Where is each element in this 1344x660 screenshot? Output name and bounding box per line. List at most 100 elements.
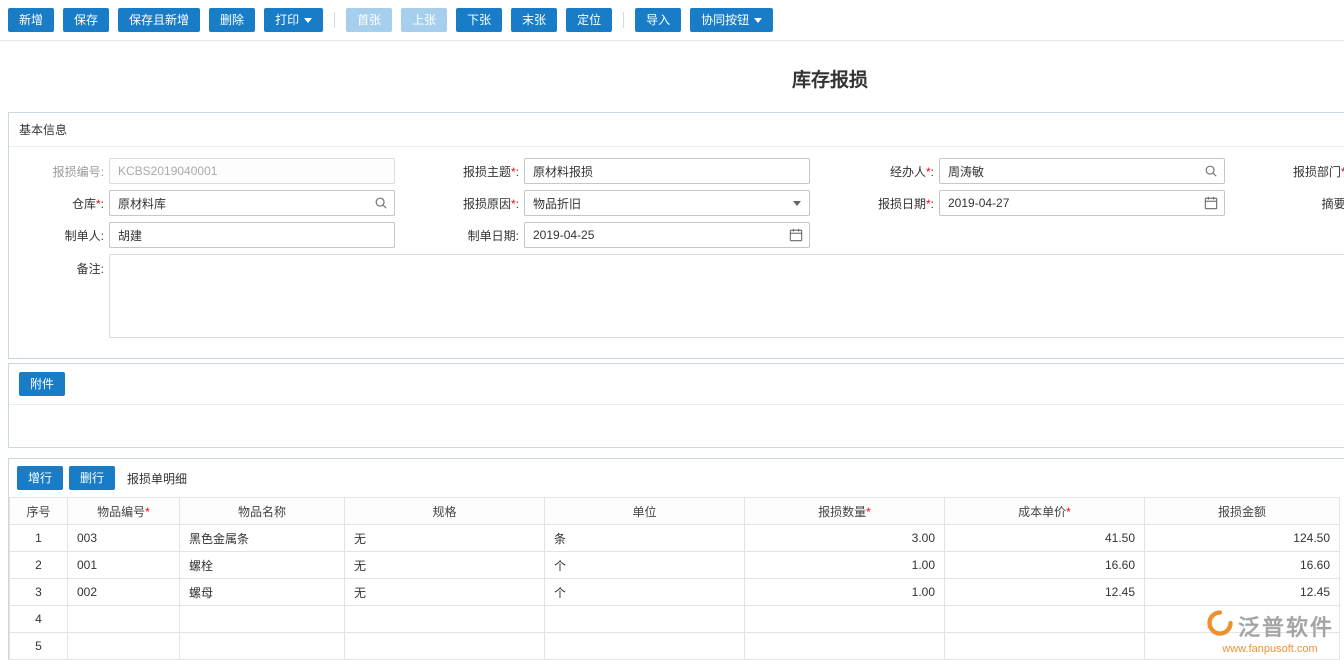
print-button-label: 打印 [275, 13, 300, 27]
next-record-label: 下张 [467, 13, 492, 27]
fanpu-logo-icon [1206, 609, 1234, 642]
cell-unit[interactable] [544, 605, 745, 633]
print-button[interactable]: 打印 [264, 8, 324, 32]
field-report-subject: 报损主题*: [424, 158, 839, 184]
cell-item-name[interactable] [179, 632, 345, 660]
collaborate-button[interactable]: 协同按钮 [690, 8, 774, 32]
cell-item-code[interactable] [67, 605, 180, 633]
calendar-icon[interactable] [1204, 196, 1218, 210]
caret-down-icon [304, 17, 313, 23]
delete-button[interactable]: 删除 [209, 8, 256, 32]
watermark-url: www.fanpusoft.com [1222, 643, 1318, 655]
handler-input[interactable] [939, 158, 1225, 184]
cell-loss-qty[interactable] [744, 605, 945, 633]
cell-unit[interactable]: 条 [544, 524, 745, 552]
cell-loss-qty[interactable]: 1.00 [744, 551, 945, 579]
cell-item-code[interactable]: 002 [67, 578, 180, 606]
add-row-label: 增行 [28, 471, 53, 485]
cell-unit[interactable]: 个 [544, 578, 745, 606]
form-row-1: 报损编号: 报损主题*: 经办人*: 报损部门*: [9, 158, 1344, 184]
cell-cost-price[interactable]: 41.50 [944, 524, 1145, 552]
add-row-button[interactable]: 增行 [17, 466, 64, 490]
delete-row-button[interactable]: 删行 [69, 466, 116, 490]
field-remark: 备注: [9, 254, 1344, 338]
cell-item-name[interactable]: 黑色金属条 [179, 524, 345, 552]
detail-grid-title: 报损单明细 [127, 471, 188, 486]
cell-cost-price[interactable]: 12.45 [944, 578, 1145, 606]
next-record-button[interactable]: 下张 [456, 8, 503, 32]
last-record-button[interactable]: 末张 [511, 8, 558, 32]
cell-loss-amount[interactable]: 12.45 [1144, 578, 1340, 606]
save-button[interactable]: 保存 [63, 8, 110, 32]
search-icon[interactable] [1204, 164, 1218, 178]
cell-spec[interactable]: 无 [344, 578, 545, 606]
cell-spec[interactable] [344, 605, 545, 633]
cell-loss-qty[interactable]: 3.00 [744, 524, 945, 552]
attachment-section: 附件 [8, 363, 1344, 448]
field-loss-date: 报损日期*: [839, 190, 1254, 216]
new-button[interactable]: 新增 [8, 8, 55, 32]
report-code-label: 报损编号: [52, 164, 104, 179]
remark-textarea[interactable] [109, 254, 1344, 338]
table-row[interactable]: 5 [9, 632, 1340, 660]
save-button-label: 保存 [74, 13, 99, 27]
cell-unit[interactable]: 个 [544, 551, 745, 579]
cell-item-code[interactable]: 003 [67, 524, 180, 552]
cell-item-code[interactable] [67, 632, 180, 660]
cell-seq: 4 [9, 605, 68, 633]
cell-cost-price[interactable]: 16.60 [944, 551, 1145, 579]
col-header-loss-amount: 报损金额 [1144, 497, 1340, 525]
toolbar-separator [334, 12, 336, 28]
table-row[interactable]: 3 002 螺母 无 个 1.00 12.45 12.45 [9, 578, 1340, 606]
locate-button[interactable]: 定位 [566, 8, 613, 32]
warehouse-input[interactable] [109, 190, 395, 216]
loss-date-label: 报损日期*: [877, 196, 934, 211]
attachment-body [9, 405, 1344, 447]
cell-spec[interactable]: 无 [344, 551, 545, 579]
collaborate-button-label: 协同按钮 [701, 13, 750, 27]
cell-loss-qty[interactable]: 1.00 [744, 578, 945, 606]
search-icon[interactable] [374, 196, 388, 210]
creator-input[interactable] [109, 222, 395, 248]
field-report-dept: 报损部门*: [1254, 158, 1344, 184]
cell-item-code[interactable]: 001 [67, 551, 180, 579]
cell-unit[interactable] [544, 632, 745, 660]
cell-cost-price[interactable] [944, 605, 1145, 633]
last-record-label: 末张 [522, 13, 547, 27]
cell-spec[interactable] [344, 632, 545, 660]
save-and-new-button[interactable]: 保存且新增 [118, 8, 201, 32]
cell-loss-amount[interactable]: 16.60 [1144, 551, 1340, 579]
loss-date-input[interactable] [939, 190, 1225, 216]
calendar-icon[interactable] [789, 228, 803, 242]
field-create-date: 制单日期: [424, 222, 839, 248]
create-date-input[interactable] [524, 222, 810, 248]
col-header-item-name: 物品名称 [179, 497, 345, 525]
cell-loss-amount[interactable]: 124.50 [1144, 524, 1340, 552]
cell-seq: 2 [9, 551, 68, 579]
cell-item-name[interactable]: 螺栓 [179, 551, 345, 579]
caret-down-icon[interactable] [793, 201, 801, 206]
locate-button-label: 定位 [577, 13, 602, 27]
table-row[interactable]: 4 [9, 605, 1340, 633]
import-button[interactable]: 导入 [635, 8, 682, 32]
report-subject-label: 报损主题*: [462, 164, 519, 179]
table-row[interactable]: 1 003 黑色金属条 无 条 3.00 41.50 124.50 [9, 524, 1340, 552]
cell-item-name[interactable] [179, 605, 345, 633]
first-record-label: 首张 [357, 13, 382, 27]
cell-item-name[interactable]: 螺母 [179, 578, 345, 606]
report-subject-input[interactable] [524, 158, 810, 184]
first-record-button[interactable]: 首张 [346, 8, 393, 32]
cell-seq: 3 [9, 578, 68, 606]
cell-cost-price[interactable] [944, 632, 1145, 660]
prev-record-label: 上张 [412, 13, 437, 27]
loss-reason-select[interactable] [524, 190, 810, 216]
table-row[interactable]: 2 001 螺栓 无 个 1.00 16.60 16.60 [9, 551, 1340, 579]
import-button-label: 导入 [646, 13, 671, 27]
basic-info-form: 报损编号: 报损主题*: 经办人*: 报损部门*: [9, 147, 1344, 358]
cell-loss-qty[interactable] [744, 632, 945, 660]
prev-record-button[interactable]: 上张 [401, 8, 448, 32]
toolbar: 新增 保存 保存且新增 删除 打印 首张 上张 下张 末张 定位 导入 协同按钮 [0, 0, 1344, 41]
cell-spec[interactable]: 无 [344, 524, 545, 552]
detail-table-body: 1 003 黑色金属条 无 条 3.00 41.50 124.50 2 001 … [9, 524, 1340, 660]
attachment-button[interactable]: 附件 [19, 372, 66, 396]
